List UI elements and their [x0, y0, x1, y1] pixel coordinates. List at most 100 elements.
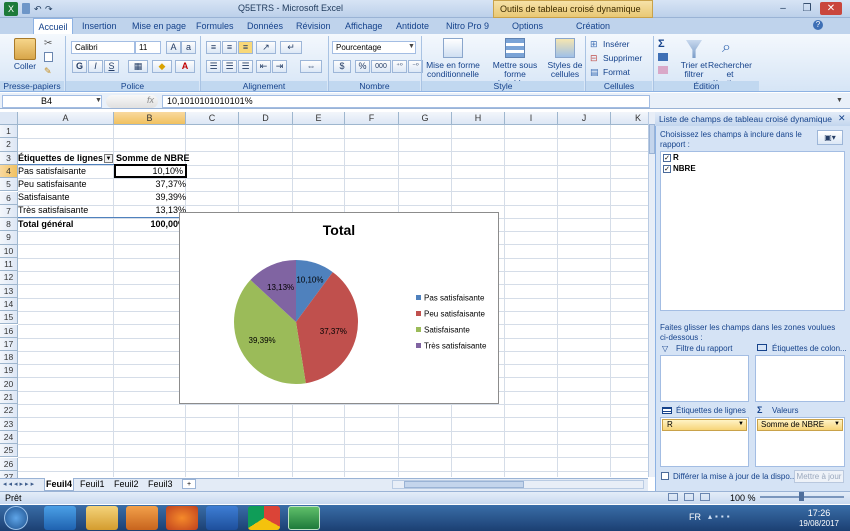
row-header[interactable]: 12 [0, 271, 18, 285]
row-header[interactable]: 26 [0, 457, 18, 471]
sheet-tab[interactable]: Feuil2 [114, 479, 139, 489]
row-header[interactable]: 20 [0, 377, 18, 391]
cell-styles-button[interactable]: Styles de cellules [547, 61, 583, 79]
undo-icon[interactable]: ↶ [34, 4, 42, 15]
horizontal-scroll-thumb[interactable] [404, 481, 524, 488]
checkbox-checked-icon[interactable]: ✓ [663, 165, 671, 173]
align-left-icon[interactable]: ☰ [206, 60, 221, 73]
row-header[interactable]: 21 [0, 391, 18, 405]
zoom-level[interactable]: 100 % [730, 493, 756, 503]
row-header[interactable]: 23 [0, 417, 18, 431]
tab-options[interactable]: Options [512, 19, 543, 34]
row-header[interactable]: 1 [0, 125, 18, 139]
select-all-corner[interactable] [0, 112, 18, 125]
row-header[interactable]: 7 [0, 204, 18, 219]
align-top-icon[interactable]: ≡ [206, 41, 221, 54]
name-box[interactable]: B4 [2, 95, 102, 108]
row-header[interactable]: 5 [0, 178, 18, 192]
firefox-icon[interactable] [166, 506, 198, 530]
media-player-icon[interactable] [126, 506, 158, 530]
insert-cells-button[interactable]: Insérer [603, 39, 629, 49]
save-icon[interactable] [22, 3, 30, 14]
excel-icon[interactable] [288, 506, 320, 530]
clock-date[interactable]: 19/08/2017 [792, 519, 846, 528]
align-right-icon[interactable]: ☰ [238, 60, 253, 73]
column-header[interactable]: B [114, 112, 186, 125]
row-header[interactable]: 24 [0, 430, 18, 445]
tab-donnees[interactable]: Données [247, 19, 283, 34]
sheet-tab-active[interactable]: Feuil4 [44, 478, 74, 491]
pivot-row-value[interactable]: 37,37% [116, 178, 186, 191]
row-header[interactable]: 8 [0, 218, 18, 232]
pivot-row-value[interactable]: 39,39% [116, 191, 186, 204]
orientation-icon[interactable]: ↗ [256, 41, 276, 54]
align-middle-icon[interactable]: ≡ [222, 41, 237, 54]
format-as-table-icon[interactable] [505, 38, 525, 58]
chevron-down-icon[interactable]: ▼ [738, 421, 744, 427]
copy-icon[interactable] [44, 52, 53, 62]
language-indicator[interactable]: FR [689, 512, 701, 522]
bold-button[interactable]: G [72, 60, 87, 73]
row-header[interactable]: 3 [0, 151, 18, 165]
shrink-font-icon[interactable]: a [181, 41, 196, 54]
decrease-indent-icon[interactable]: ⇤ [256, 60, 271, 73]
row-header[interactable]: 14 [0, 297, 18, 312]
internet-explorer-icon[interactable] [44, 506, 76, 530]
field-item[interactable]: NBRE [673, 164, 696, 173]
underline-button[interactable]: S [104, 60, 119, 73]
row-header[interactable]: 13 [0, 284, 18, 298]
close-icon[interactable]: ✕ [820, 2, 842, 15]
paste-button-label[interactable]: Coller [8, 62, 42, 71]
page-break-icon[interactable] [700, 493, 710, 501]
pivot-row-value[interactable]: 13,13% [116, 204, 186, 217]
column-header[interactable]: H [452, 112, 505, 125]
formula-input[interactable]: 10,1010101010101% [162, 95, 650, 108]
font-size-select[interactable]: 11 [135, 41, 161, 54]
pivot-row-label[interactable]: Peu satisfaisante [18, 178, 114, 191]
page-layout-icon[interactable] [684, 493, 694, 501]
format-painter-icon[interactable]: ✎ [44, 66, 52, 77]
zoom-slider-thumb[interactable] [799, 492, 804, 501]
office-button-icon[interactable]: X [4, 2, 18, 16]
column-header[interactable]: J [558, 112, 611, 125]
defer-update-checkbox[interactable] [661, 472, 669, 480]
selected-cell-b4[interactable]: 10,10% [114, 164, 187, 178]
start-button-icon[interactable] [4, 506, 28, 530]
row-header[interactable]: 15 [0, 311, 18, 325]
minimize-icon[interactable]: – [772, 2, 794, 15]
increase-indent-icon[interactable]: ⇥ [272, 60, 287, 73]
tab-nitro[interactable]: Nitro Pro 9 [446, 19, 489, 34]
chevron-down-icon[interactable]: ▼ [834, 421, 840, 427]
word-icon[interactable] [206, 506, 238, 530]
percent-button[interactable]: % [355, 60, 370, 73]
redo-icon[interactable]: ↷ [45, 4, 53, 15]
tab-insertion[interactable]: Insertion [82, 19, 117, 34]
conditional-format-icon[interactable] [443, 38, 463, 58]
pivot-total-value[interactable]: 100,00% [116, 218, 186, 231]
format-cells-button[interactable]: Format [603, 67, 630, 77]
value-field-chip[interactable]: Somme de NBRE [757, 419, 843, 431]
column-header[interactable]: A [18, 112, 114, 125]
row-header[interactable]: 19 [0, 364, 18, 378]
column-header[interactable]: G [399, 112, 452, 125]
fill-icon[interactable] [658, 53, 668, 61]
row-field-chip[interactable]: R [662, 419, 747, 431]
column-header[interactable]: C [186, 112, 239, 125]
sheet-tab[interactable]: Feuil1 [80, 479, 105, 489]
pivot-total-label[interactable]: Total général [18, 218, 114, 231]
pane-close-icon[interactable]: ✕ [838, 113, 846, 124]
row-header[interactable]: 22 [0, 404, 18, 418]
column-header[interactable]: I [505, 112, 558, 125]
filter-dropdown-icon[interactable]: ▼ [104, 154, 113, 163]
sheet-tab[interactable]: Feuil3 [148, 479, 173, 489]
currency-icon[interactable]: $ [333, 60, 351, 73]
expand-formula-icon[interactable]: ▼ [836, 97, 843, 104]
chrome-icon[interactable] [248, 506, 280, 530]
column-header[interactable]: D [239, 112, 293, 125]
chevron-down-icon[interactable]: ▼ [95, 97, 102, 104]
tab-creation[interactable]: Création [576, 19, 610, 34]
clock-time[interactable]: 17:26 [796, 508, 842, 518]
font-color-icon[interactable]: A [175, 60, 195, 73]
update-button[interactable]: Mettre à jour [794, 470, 844, 483]
report-filter-area[interactable] [660, 355, 749, 402]
